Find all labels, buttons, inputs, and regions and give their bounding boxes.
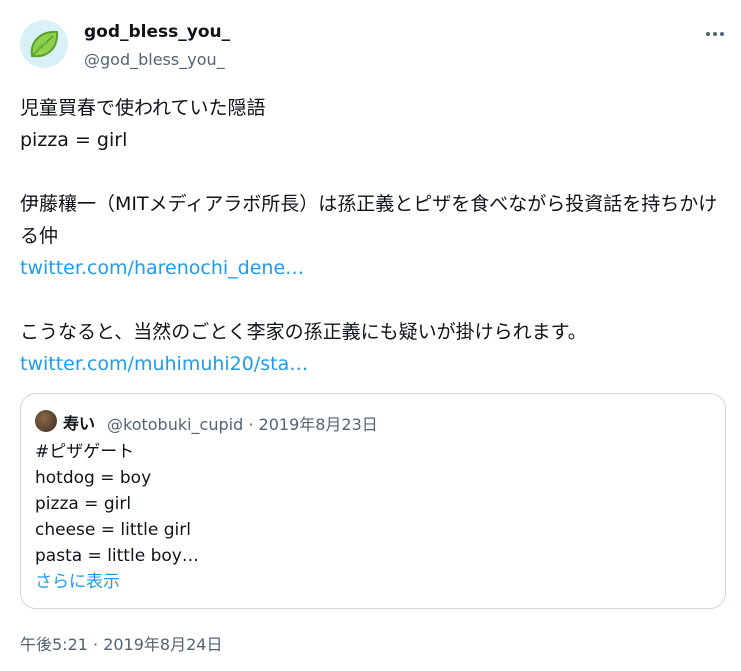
line-break <box>20 156 725 188</box>
quoted-author-handle: @kotobuki_cupid <box>107 415 244 434</box>
tweet-link-harenochi[interactable]: twitter.com/harenochi_dene… <box>20 257 304 279</box>
tweet-link-muhimuhi[interactable]: twitter.com/muhimuhi20/sta… <box>20 353 308 375</box>
quoted-text-line: pasta = little boy… <box>35 546 199 566</box>
tweet-timestamp[interactable]: 午後5:21 · 2019年8月24日 <box>20 631 222 655</box>
meta-separator: · <box>248 415 254 434</box>
tweet-card: god_bless_you_ @god_bless_you_ 児童買春で使われて… <box>0 0 741 671</box>
quoted-author-avatar[interactable] <box>35 410 57 432</box>
line-break <box>20 284 725 316</box>
author-handle[interactable]: @god_bless_you_ <box>84 50 225 69</box>
leaf-icon <box>30 30 59 58</box>
tweet-text: 児童買春で使われていた隠語 pizza = girl 伊藤穰一（MITメディアラ… <box>20 92 725 380</box>
hashtag-link[interactable]: #ピザゲート <box>35 439 705 465</box>
quoted-author-meta: @kotobuki_cupid · 2019年8月23日 <box>107 411 378 435</box>
quoted-date: 2019年8月23日 <box>258 415 378 434</box>
tweet-text-line: こうなると、当然のごとく李家の孫正義にも疑いが掛けられます。 <box>20 321 587 343</box>
tweet-text-line: pizza = girl <box>20 129 128 151</box>
tweet-text-line: 児童買春で使われていた隠語 <box>20 97 266 119</box>
quoted-author-name: 寿い <box>63 414 96 433</box>
author-display-name[interactable]: god_bless_you_ <box>84 22 230 42</box>
quoted-text-line: hotdog = boy <box>35 468 152 488</box>
quoted-text: #ピザゲート hotdog = boy pizza = girl cheese … <box>35 439 705 595</box>
tweet-text-line: 伊藤穰一（MITメディアラボ所長）は孫正義とピザを食べながら投資話を持ちかける仲 <box>20 193 718 247</box>
quoted-tweet[interactable]: 寿い @kotobuki_cupid · 2019年8月23日 #ピザゲート h… <box>20 393 726 609</box>
author-avatar[interactable] <box>20 20 68 68</box>
more-options-button[interactable] <box>700 22 730 46</box>
quoted-text-line: pizza = girl <box>35 494 132 514</box>
show-more-link[interactable]: さらに表示 <box>35 569 705 595</box>
more-options-icon <box>706 32 724 36</box>
quoted-text-line: cheese = little girl <box>35 520 191 540</box>
